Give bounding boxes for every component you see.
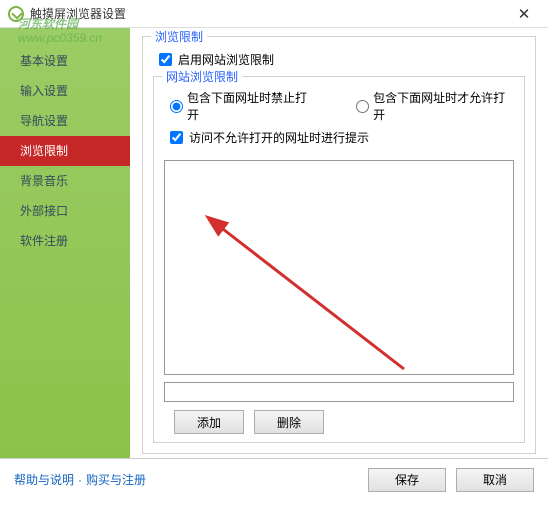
sidebar: 基本设置 输入设置 导航设置 浏览限制 背景音乐 外部接口 软件注册: [0, 28, 130, 458]
subgroup-title: 网站浏览限制: [162, 68, 242, 85]
sidebar-item-basic[interactable]: 基本设置: [0, 46, 130, 76]
prompt-checkbox[interactable]: [170, 131, 183, 144]
url-list[interactable]: [164, 160, 514, 375]
sidebar-item-browse-limit[interactable]: 浏览限制: [0, 136, 130, 166]
title-bar: 触摸屏浏览器设置 ✕: [0, 0, 548, 28]
help-link[interactable]: 帮助与说明: [14, 471, 74, 488]
add-button[interactable]: 添加: [174, 410, 244, 434]
url-input[interactable]: [164, 382, 514, 402]
save-button[interactable]: 保存: [368, 468, 446, 492]
group-title: 浏览限制: [151, 28, 207, 45]
sidebar-item-bgm[interactable]: 背景音乐: [0, 166, 130, 196]
radio-allow-input[interactable]: [356, 100, 369, 113]
radio-block-input[interactable]: [170, 100, 183, 113]
group-site-limit: 网站浏览限制 包含下面网址时禁止打开 包含下面网址时才允许打开 访问不允许打开的…: [153, 76, 525, 443]
main-panel: 浏览限制 启用网站浏览限制 网站浏览限制 包含下面网址时禁止打开 包含下面网址时…: [130, 28, 548, 458]
radio-allow[interactable]: 包含下面网址时才允许打开: [356, 89, 514, 123]
delete-button[interactable]: 删除: [254, 410, 324, 434]
sidebar-item-external[interactable]: 外部接口: [0, 196, 130, 226]
footer: 帮助与说明 · 购买与注册 保存 取消: [0, 458, 548, 500]
group-browse-limit: 浏览限制 启用网站浏览限制 网站浏览限制 包含下面网址时禁止打开 包含下面网址时…: [142, 36, 536, 454]
window-title: 触摸屏浏览器设置: [30, 5, 508, 22]
prompt-label: 访问不允许打开的网址时进行提示: [189, 129, 369, 146]
buy-link[interactable]: 购买与注册: [86, 471, 146, 488]
sidebar-item-nav[interactable]: 导航设置: [0, 106, 130, 136]
sidebar-item-register[interactable]: 软件注册: [0, 226, 130, 256]
enable-limit-checkbox[interactable]: [159, 53, 172, 66]
enable-limit-label: 启用网站浏览限制: [178, 51, 274, 68]
app-icon: [8, 6, 24, 22]
cancel-button[interactable]: 取消: [456, 468, 534, 492]
radio-block[interactable]: 包含下面网址时禁止打开: [170, 89, 316, 123]
sidebar-item-input[interactable]: 输入设置: [0, 76, 130, 106]
close-icon[interactable]: ✕: [508, 5, 540, 23]
